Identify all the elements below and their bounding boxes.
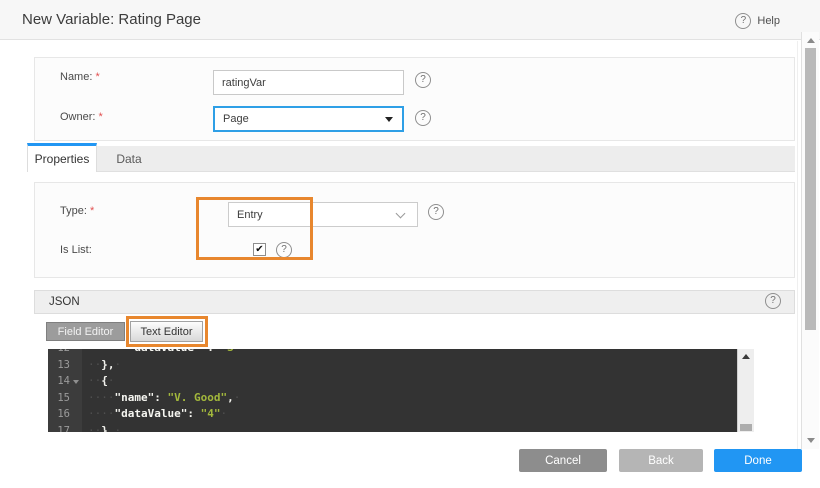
type-help-icon[interactable]: ? (428, 204, 444, 220)
owner-select-value: Page (223, 113, 249, 125)
code-line: 13··},· (48, 357, 737, 374)
is-list-help-icon[interactable]: ? (276, 242, 292, 258)
type-label: Type: * (60, 205, 94, 217)
json-help-icon[interactable]: ? (765, 293, 781, 309)
code-line: 14··{· (48, 373, 737, 390)
scroll-down-icon[interactable] (807, 438, 815, 443)
owner-select[interactable]: Page (213, 106, 404, 132)
help-link[interactable]: ? Help (735, 13, 780, 29)
chevron-down-icon (396, 209, 406, 219)
required-asterisk: * (95, 71, 99, 83)
tab-data[interactable]: Data (97, 146, 161, 172)
variable-form-card (34, 57, 795, 141)
code-line: 12······"dataValue" : "3"· (48, 349, 737, 357)
page-title: New Variable: Rating Page (22, 11, 201, 28)
name-input[interactable] (213, 70, 404, 95)
tab-bar: Properties Data (27, 143, 795, 172)
editor-scrollbar[interactable] (737, 349, 754, 432)
text-editor-button[interactable]: Text Editor (130, 321, 203, 342)
name-help-icon[interactable]: ? (415, 72, 431, 88)
cancel-button[interactable]: Cancel (519, 449, 607, 472)
owner-help-icon[interactable]: ? (415, 110, 431, 126)
scroll-up-icon[interactable] (807, 38, 815, 43)
editor-scrollbar-thumb[interactable] (740, 424, 752, 431)
required-asterisk: * (90, 205, 94, 217)
json-section-title: JSON (49, 296, 80, 308)
type-select-value: Entry (237, 209, 263, 221)
help-label: Help (757, 15, 780, 27)
code-lines: 12······"dataValue" : "3"·13··},·14··{·1… (48, 349, 737, 432)
tab-properties[interactable]: Properties (27, 143, 97, 172)
code-line: 15····"name": "V. Good",· (48, 390, 737, 407)
help-icon: ? (735, 13, 751, 29)
json-code-editor[interactable]: 12······"dataValue" : "3"·13··},·14··{·1… (48, 349, 737, 432)
back-button[interactable]: Back (619, 449, 703, 472)
code-line: 16····"dataValue": "4"· (48, 406, 737, 423)
name-label: Name: * (60, 71, 100, 83)
code-line: 17··},· (48, 423, 737, 433)
scroll-up-icon[interactable] (742, 354, 750, 359)
page-scrollbar-thumb[interactable] (805, 48, 816, 330)
field-editor-button[interactable]: Field Editor (46, 322, 125, 341)
json-section-header: JSON (34, 290, 795, 314)
fold-caret-icon[interactable] (70, 379, 82, 384)
owner-label: Owner: * (60, 111, 103, 123)
dropdown-arrow-icon (385, 117, 393, 122)
dialog-header: New Variable: Rating Page ? Help (0, 0, 820, 40)
properties-panel (34, 182, 795, 278)
is-list-checkbox[interactable]: ✔ (253, 243, 266, 256)
page-scrollbar[interactable] (801, 32, 819, 449)
is-list-label: Is List: (60, 244, 92, 256)
content-right-edge (797, 41, 798, 449)
required-asterisk: * (99, 111, 103, 123)
done-button[interactable]: Done (714, 449, 802, 472)
checkmark-icon: ✔ (255, 244, 263, 255)
type-select[interactable]: Entry (228, 202, 418, 227)
